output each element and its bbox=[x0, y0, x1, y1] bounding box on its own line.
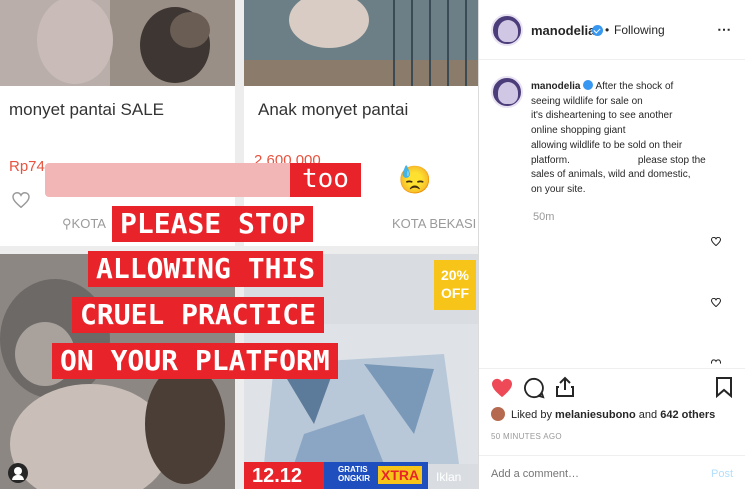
redacted-text-block bbox=[45, 163, 295, 197]
overlay-line-1: too bbox=[290, 163, 361, 197]
post-sidebar: manodelia • Following ⋯ manodelia After … bbox=[478, 0, 745, 489]
header-username[interactable]: manodelia bbox=[531, 23, 595, 38]
action-bar: Liked by melaniesubono and 642 others 50… bbox=[479, 368, 745, 455]
save-bookmark-icon[interactable] bbox=[715, 376, 733, 398]
product-location: KOTA BEKASI bbox=[392, 216, 477, 231]
liker-username[interactable]: melaniesubono bbox=[555, 409, 636, 421]
avatar[interactable] bbox=[491, 14, 523, 46]
instagram-post-view: monyet pantai SALE Rp74 ⚲KOTA Anak monye… bbox=[0, 0, 745, 489]
post-header: manodelia • Following ⋯ bbox=[479, 0, 745, 60]
monkey-photo-1 bbox=[0, 0, 235, 86]
comment-like-heart-icon[interactable] bbox=[711, 359, 721, 364]
comment-like-heart-icon[interactable] bbox=[711, 298, 721, 307]
likes-summary: Liked by melaniesubono and 642 others bbox=[491, 407, 715, 421]
caption-username[interactable]: manodelia bbox=[531, 81, 580, 92]
comment-input[interactable] bbox=[491, 468, 691, 480]
post-comment-button[interactable]: Post bbox=[711, 468, 733, 480]
ad-label: Iklan bbox=[436, 470, 462, 484]
caption-line-7: sales of animals, wild and domestic, bbox=[531, 169, 691, 181]
product-location: ⚲KOTA bbox=[62, 216, 106, 231]
comment-box: Post bbox=[479, 455, 745, 489]
product-price: Rp74 bbox=[9, 158, 45, 175]
product-title: Anak monyet pantai bbox=[258, 100, 409, 119]
location-pin-icon: ⚲ bbox=[62, 216, 72, 231]
more-options-icon[interactable]: ⋯ bbox=[717, 21, 732, 38]
caption-avatar[interactable] bbox=[491, 76, 523, 108]
overlay-line-4: CRUEL PRACTICE bbox=[72, 297, 325, 333]
verified-badge-icon bbox=[592, 25, 603, 36]
comment-like-heart-icon[interactable] bbox=[711, 237, 721, 246]
post-caption: manodelia After the shock of seeing wild… bbox=[531, 80, 731, 198]
promo-date-banner: 12.12 bbox=[244, 462, 324, 489]
caption-line-8: on your site. bbox=[531, 183, 586, 195]
likes-count-link[interactable]: 642 others bbox=[660, 409, 715, 421]
xtra-badge: XTRA bbox=[378, 466, 423, 484]
liker-avatar[interactable] bbox=[491, 407, 505, 421]
caption-line-6: platform. please stop the bbox=[531, 154, 706, 166]
caption-line-5: allowing wildlife to be sold on their bbox=[531, 139, 683, 151]
share-icon[interactable] bbox=[555, 376, 575, 398]
comment-bubble-icon[interactable] bbox=[523, 377, 545, 399]
post-image[interactable]: monyet pantai SALE Rp74 ⚲KOTA Anak monye… bbox=[0, 0, 478, 489]
caption-line-3: it's disheartening to see another bbox=[531, 110, 673, 122]
like-heart-icon[interactable] bbox=[491, 378, 513, 398]
sad-sweat-emoji-icon: 😓 bbox=[398, 165, 432, 195]
discount-badge: 20% OFF bbox=[434, 260, 476, 310]
caption-line-2: seeing wildlife for sale on bbox=[531, 95, 643, 107]
following-button[interactable]: Following bbox=[614, 23, 665, 37]
overlay-line-5: ON YOUR PLATFORM bbox=[52, 343, 338, 379]
wishlist-heart-icon bbox=[12, 192, 30, 208]
caption-time-ago: 50m bbox=[533, 211, 555, 223]
monkey-cage-photo bbox=[244, 0, 478, 86]
follow-separator: • bbox=[605, 23, 610, 37]
caption-line-4: online shopping giant bbox=[531, 125, 626, 137]
overlay-line-3: ALLOWING THIS bbox=[88, 251, 324, 287]
verified-badge-icon bbox=[583, 80, 594, 90]
overlay-line-2: PLEASE STOP bbox=[112, 206, 314, 242]
caption-line-1: manodelia After the shock of bbox=[531, 80, 674, 92]
user-tag-icon[interactable] bbox=[8, 463, 28, 483]
post-timestamp: 50 MINUTES AGO bbox=[491, 432, 562, 441]
product-title: monyet pantai SALE bbox=[9, 100, 164, 119]
